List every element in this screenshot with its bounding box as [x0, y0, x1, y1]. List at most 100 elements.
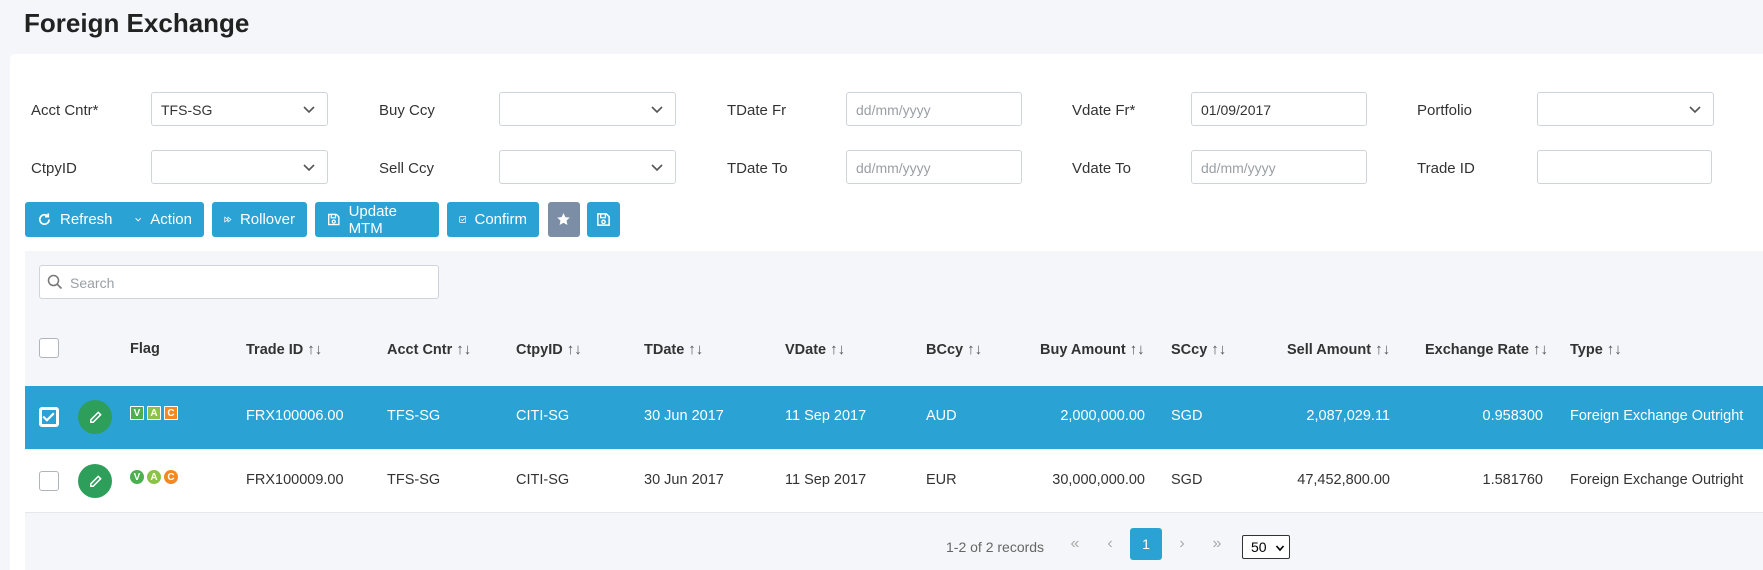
flag-group: V A C: [130, 470, 178, 484]
col-buy-amount[interactable]: Buy Amount ↑↓: [1040, 341, 1145, 358]
star-icon: [557, 213, 570, 225]
cell-ctpy-id: CITI-SG: [516, 472, 570, 488]
sort-icon: ↑↓: [456, 341, 472, 358]
sort-icon: ↑↓: [967, 341, 983, 358]
acct-cntr-label: Acct Cntr*: [31, 102, 99, 119]
portfolio-select[interactable]: [1537, 92, 1714, 126]
chevron-down-icon: [303, 106, 315, 114]
records-summary: 1-2 of 2 records: [946, 539, 1045, 555]
col-tdate[interactable]: TDate ↑↓: [644, 341, 703, 358]
tdate-fr-label: TDate Fr: [727, 102, 787, 119]
page-size-select[interactable]: 50: [1242, 535, 1290, 559]
row-checkbox[interactable]: [39, 471, 59, 491]
confirm-button[interactable]: Confirm: [447, 202, 539, 237]
edit-button[interactable]: [78, 464, 112, 498]
flag-v-badge: V: [130, 406, 144, 420]
table-header: Flag Trade ID ↑↓ Acct Cntr ↑↓ CtpyID ↑↓ TDa…: [25, 314, 1763, 386]
prev-page-button[interactable]: ‹: [1094, 528, 1126, 560]
col-bccy-label: BCcy: [926, 342, 964, 358]
col-vdate[interactable]: VDate ↑↓: [785, 341, 845, 358]
col-bccy[interactable]: BCcy ↑↓: [926, 341, 982, 358]
trade-id-input[interactable]: [1537, 150, 1712, 184]
vdate-to-input[interactable]: dd/mm/yyyy: [1191, 150, 1367, 184]
refresh-label: Refresh: [60, 211, 113, 228]
sell-ccy-select[interactable]: [499, 150, 676, 184]
row-checkbox[interactable]: [39, 407, 59, 427]
floppy-disk-icon: [597, 213, 610, 226]
cell-sell-amount: 47,452,800.00: [1297, 472, 1390, 488]
cell-tdate: 30 Jun 2017: [644, 472, 724, 488]
table-row[interactable]: V A C FRX100009.00 TFS-SG CITI-SG 30 Jun…: [25, 450, 1763, 513]
first-page-button[interactable]: «: [1059, 528, 1091, 560]
chevron-down-icon: [1689, 106, 1701, 114]
select-all-checkbox[interactable]: [39, 338, 59, 358]
vdate-fr-label: Vdate Fr*: [1072, 102, 1136, 119]
cell-type: Foreign Exchange Outright: [1570, 408, 1744, 424]
sort-icon: ↑↓: [830, 341, 846, 358]
tdate-to-input[interactable]: dd/mm/yyyy: [846, 150, 1022, 184]
sort-icon: ↑↓: [1606, 341, 1622, 358]
action-button[interactable]: Action: [122, 202, 204, 237]
col-trade-id[interactable]: Trade ID ↑↓: [246, 341, 322, 358]
col-type[interactable]: Type ↑↓: [1570, 341, 1622, 358]
col-acct-cntr[interactable]: Acct Cntr ↑↓: [387, 341, 471, 358]
sort-icon: ↑↓: [1129, 341, 1145, 358]
next-page-button[interactable]: ›: [1166, 528, 1198, 560]
sort-icon: ↑↓: [688, 341, 704, 358]
chevron-down-icon: [651, 106, 663, 114]
pencil-icon: [89, 410, 102, 423]
portfolio-label: Portfolio: [1417, 102, 1473, 119]
flag-c-badge: C: [164, 470, 178, 484]
col-sccy-label: SCcy: [1171, 342, 1208, 358]
col-exchange-rate[interactable]: Exchange Rate ↑↓: [1425, 341, 1548, 358]
chevron-down-icon: [135, 217, 142, 222]
buy-ccy-select[interactable]: [499, 92, 676, 126]
cell-vdate: 11 Sep 2017: [785, 472, 867, 488]
tdate-fr-input[interactable]: dd/mm/yyyy: [846, 92, 1022, 126]
col-ctpy-id[interactable]: CtpyID ↑↓: [516, 341, 582, 358]
col-tdate-label: TDate: [644, 342, 685, 358]
refresh-icon: [39, 213, 51, 225]
cell-bccy: EUR: [926, 472, 957, 488]
cell-trade-id: FRX100009.00: [246, 472, 344, 488]
col-sell-amount[interactable]: Sell Amount ↑↓: [1287, 341, 1390, 358]
save-button[interactable]: [587, 202, 620, 237]
rollover-button[interactable]: Rollover: [212, 202, 307, 237]
sort-icon: ↑↓: [1532, 341, 1548, 358]
col-type-label: Type: [1570, 342, 1603, 358]
col-exchange-rate-label: Exchange Rate: [1425, 342, 1529, 358]
sort-icon: ↑↓: [307, 341, 323, 358]
cell-type: Foreign Exchange Outright: [1570, 472, 1744, 488]
cell-buy-amount: 2,000,000.00: [1060, 408, 1145, 424]
fast-forward-icon: [224, 216, 232, 223]
page-1-button[interactable]: 1: [1130, 528, 1162, 560]
col-trade-id-label: Trade ID: [246, 342, 304, 358]
col-flag: Flag: [130, 341, 160, 357]
vdate-fr-input[interactable]: 01/09/2017: [1191, 92, 1367, 126]
col-sccy[interactable]: SCcy ↑↓: [1171, 341, 1226, 358]
acct-cntr-value: TFS-SG: [161, 102, 213, 118]
sell-ccy-label: Sell Ccy: [379, 160, 435, 177]
search-input[interactable]: Search: [39, 265, 439, 299]
flag-group: V A C: [130, 406, 178, 420]
cell-buy-amount: 30,000,000.00: [1052, 472, 1145, 488]
cell-trade-id: FRX100006.00: [246, 408, 344, 424]
last-page-button[interactable]: »: [1201, 528, 1233, 560]
flag-a-badge: A: [147, 406, 161, 420]
ctpy-id-select[interactable]: [151, 150, 328, 184]
edit-button[interactable]: [78, 400, 112, 434]
checkbox-check-icon: [459, 216, 467, 223]
favorite-button[interactable]: [548, 202, 580, 237]
table-row[interactable]: V A C FRX100006.00 TFS-SG CITI-SG 30 Jun…: [25, 386, 1763, 449]
update-mtm-button[interactable]: Update MTM: [315, 202, 439, 237]
sort-icon: ↑↓: [1375, 341, 1391, 358]
flag-v-badge: V: [130, 470, 144, 484]
tdate-to-label: TDate To: [727, 160, 788, 177]
cell-tdate: 30 Jun 2017: [644, 408, 724, 424]
flag-c-badge: C: [164, 406, 178, 420]
sort-icon: ↑↓: [566, 341, 582, 358]
search-icon: [47, 274, 63, 290]
cell-acct-cntr: TFS-SG: [387, 472, 441, 488]
acct-cntr-select[interactable]: TFS-SG: [151, 92, 328, 126]
page-size-value: 50: [1251, 539, 1267, 555]
